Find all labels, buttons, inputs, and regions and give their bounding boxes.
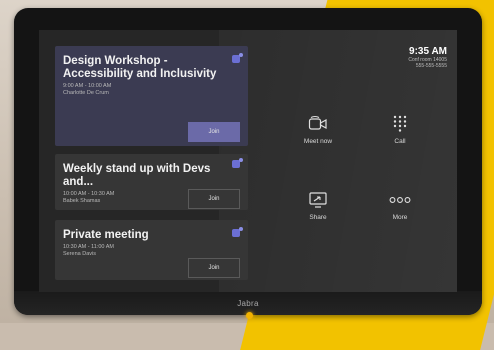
meeting-title: Design Workshop - Accessibility and Incl… — [63, 55, 217, 80]
teams-icon — [232, 158, 243, 168]
more-button[interactable]: More — [368, 190, 432, 221]
dialpad-icon — [368, 114, 432, 134]
meeting-organizer: Charlotte De Crum — [63, 89, 109, 96]
meeting-card-2[interactable]: Weekly stand up with Devs and... 10:00 A… — [55, 154, 248, 210]
call-button[interactable]: Call — [368, 114, 432, 145]
meeting-title: Weekly stand up with Devs and... — [63, 163, 211, 188]
meeting-organizer: Serena Davis — [63, 250, 97, 257]
status-panel: 9:35 AM Conf room 14005 555-555-5555 — [408, 46, 447, 69]
touch-screen: Design Workshop - Accessibility and Incl… — [39, 30, 457, 292]
more-label: More — [392, 214, 408, 221]
meeting-card-1[interactable]: Design Workshop - Accessibility and Incl… — [55, 46, 248, 146]
meet-now-button[interactable]: Meet now — [286, 114, 350, 145]
share-button[interactable]: Share — [286, 190, 350, 221]
teams-icon — [232, 53, 243, 63]
join-button[interactable]: Join — [188, 258, 240, 278]
teams-icon — [232, 227, 243, 237]
meeting-card-content: Design Workshop - Accessibility and Incl… — [63, 55, 228, 96]
meet-now-label: Meet now — [303, 138, 333, 145]
room-phone: 555-555-5555 — [415, 63, 447, 69]
call-label: Call — [394, 138, 406, 145]
clock-time: 9:35 AM — [409, 46, 447, 57]
meeting-title: Private meeting — [63, 229, 149, 241]
join-button[interactable]: Join — [188, 122, 240, 142]
share-label: Share — [309, 214, 327, 221]
screen-share-icon — [286, 190, 350, 210]
more-dots-icon — [368, 190, 432, 210]
video-camera-icon — [286, 114, 350, 134]
status-led — [246, 312, 253, 319]
device-bottom-bar: Jabra — [14, 291, 482, 319]
meeting-card-3[interactable]: Private meeting 10:30 AM - 11:00 AM Sere… — [55, 220, 248, 280]
meeting-card-content: Private meeting 10:30 AM - 11:00 AM Sere… — [63, 229, 228, 257]
screen-glare — [219, 30, 457, 292]
brand-logo: Jabra — [237, 299, 259, 308]
join-button[interactable]: Join — [188, 189, 240, 209]
